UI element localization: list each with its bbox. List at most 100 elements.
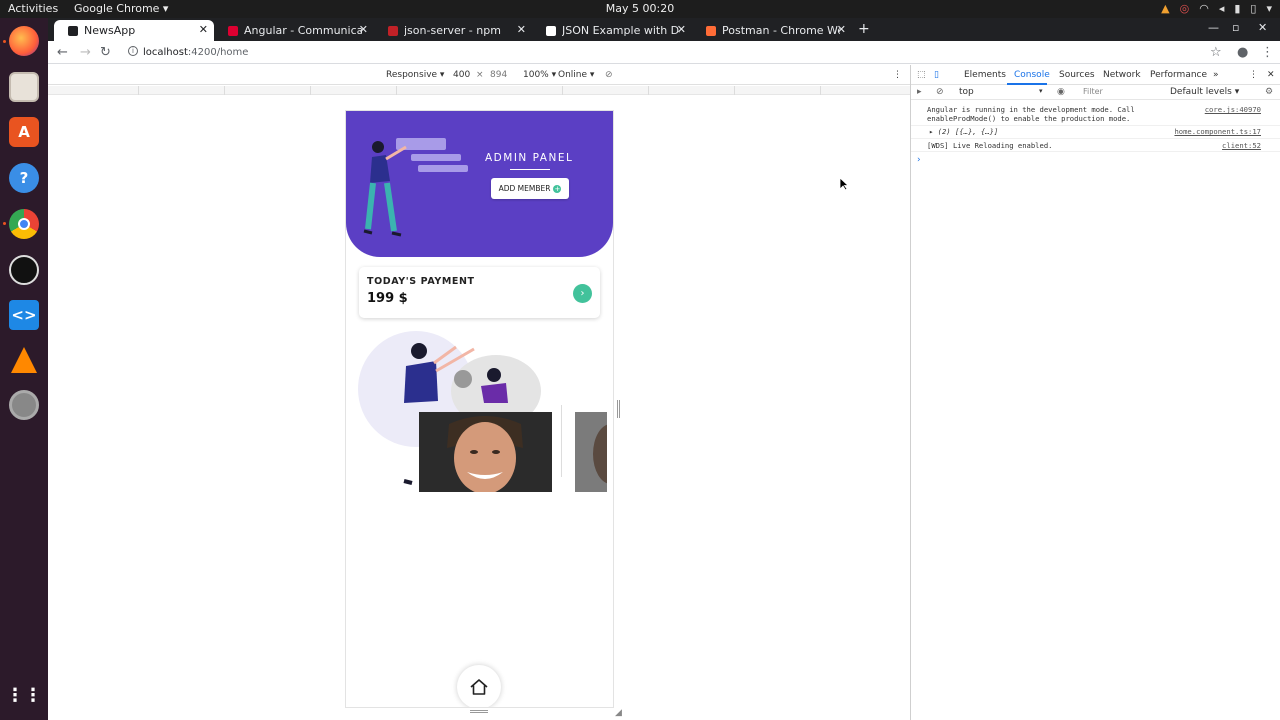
app-menu[interactable]: Google Chrome ▾ — [74, 2, 168, 15]
disk-icon[interactable] — [9, 390, 39, 420]
console-settings-icon[interactable]: ⚙ — [1265, 87, 1273, 97]
obs-icon[interactable] — [9, 255, 39, 285]
tab-network[interactable]: Network — [1103, 70, 1141, 80]
bookmark-star-icon[interactable]: ☆ — [1210, 45, 1222, 60]
plus-icon: + — [553, 184, 562, 193]
battery-icon[interactable]: ▯ — [1250, 2, 1256, 15]
home-nav-button[interactable] — [457, 665, 501, 707]
console-message: Angular is running in the development mo… — [927, 105, 1135, 123]
devtools-menu-icon[interactable]: ⋮ — [1249, 70, 1258, 80]
restore-icon[interactable]: ▫ — [1232, 21, 1239, 34]
viewport-side-handle[interactable] — [617, 400, 620, 418]
running-indicator — [3, 222, 6, 225]
log-source-link[interactable]: home.component.ts:17 — [1174, 127, 1261, 136]
dock: A ? <> ⋮⋮ — [0, 18, 48, 720]
media-query-ruler[interactable] — [48, 86, 910, 95]
minimize-icon[interactable]: — — [1208, 21, 1219, 34]
tab-close-icon[interactable]: ✕ — [199, 23, 208, 36]
rotate-icon[interactable]: ⊘ — [605, 70, 613, 80]
context-select[interactable]: top — [959, 87, 974, 97]
console-message: [WDS] Live Reloading enabled. — [927, 141, 1053, 150]
tab-angular[interactable]: Angular - Communicating ✕ — [214, 20, 374, 41]
viewport-height-input[interactable]: 894 — [490, 70, 507, 80]
activities-button[interactable]: Activities — [8, 2, 58, 15]
zoom-select[interactable]: 100% ▾ — [523, 70, 556, 80]
log-source-link[interactable]: core.js:40970 — [1205, 105, 1261, 114]
chrome-icon[interactable] — [9, 209, 39, 239]
member-photo-card[interactable] — [419, 412, 552, 492]
npm-favicon-icon — [388, 25, 398, 36]
member-photo — [575, 412, 607, 492]
admin-panel-title: ADMIN PANEL — [485, 152, 574, 164]
tab-json-example[interactable]: JSON Example with Data ✕ — [532, 20, 692, 41]
live-expression-icon[interactable]: ◉ — [1057, 87, 1065, 97]
wifi-icon[interactable]: ◠ — [1199, 2, 1209, 15]
device-toggle-icon[interactable]: ▯ — [934, 70, 939, 80]
network-throttle-select[interactable]: Online ▾ — [558, 70, 594, 80]
add-member-button[interactable]: ADD MEMBER + — [491, 178, 569, 199]
console-filter-input[interactable]: Filter — [1079, 87, 1164, 99]
tab-favicon-icon — [68, 25, 78, 36]
tab-postman[interactable]: Postman - Chrome Web S ✕ — [692, 20, 852, 41]
device-preset-select[interactable]: Responsive ▾ — [386, 70, 444, 80]
member-photo-card[interactable] — [575, 412, 607, 492]
sidebar-toggle-icon[interactable]: ▸ — [917, 87, 922, 97]
clear-console-icon[interactable]: ⊘ — [936, 87, 944, 97]
chevron-right-icon[interactable]: › — [573, 284, 592, 303]
back-icon[interactable]: ← — [57, 45, 68, 60]
firefox-icon[interactable] — [9, 26, 39, 56]
files-icon[interactable] — [9, 72, 39, 102]
google-favicon-icon — [546, 25, 556, 36]
vlc-icon[interactable] — [9, 345, 39, 375]
devtools-close-icon[interactable]: ✕ — [1267, 70, 1275, 80]
system-tray[interactable]: ▲ ◎ ◠ ◂ ▮ ▯ ▾ — [1161, 2, 1272, 15]
new-tab-icon[interactable]: + — [858, 21, 870, 37]
help-icon[interactable]: ? — [9, 163, 39, 193]
volume-icon[interactable]: ◂ — [1219, 2, 1225, 15]
tab-label: Angular - Communicating — [244, 24, 362, 37]
address-bar: ← → ↻ i localhost:4200/home ☆ ● ⋮ — [48, 41, 1280, 64]
notification-icon[interactable]: ▲ — [1161, 2, 1169, 15]
close-window-icon[interactable]: ✕ — [1258, 21, 1267, 34]
tab-json-server[interactable]: json-server - npm ✕ — [374, 20, 532, 41]
power-menu-icon[interactable]: ▾ — [1266, 2, 1272, 15]
show-apps-icon[interactable]: ⋮⋮ — [6, 680, 42, 710]
device-viewport: ADMIN PANEL ADD MEMBER + TODAY'S PAYMENT… — [346, 111, 613, 707]
status-icon[interactable]: ◎ — [1180, 2, 1190, 15]
forward-icon[interactable]: → — [80, 45, 91, 60]
viewport-bottom-handle[interactable] — [470, 710, 488, 713]
clock[interactable]: May 5 00:20 — [0, 2, 1280, 15]
devtools-tab-bar: ⬚ ▯ Elements Console Sources Network Per… — [911, 65, 1280, 85]
tab-elements[interactable]: Elements — [964, 70, 1006, 80]
profile-icon[interactable]: ● — [1237, 45, 1248, 60]
console-prompt-icon[interactable]: › — [917, 155, 921, 165]
tab-console[interactable]: Console — [1014, 70, 1050, 80]
tab-close-icon[interactable]: ✕ — [517, 23, 526, 36]
more-tabs-icon[interactable]: » — [1213, 70, 1219, 80]
console-message[interactable]: ▸ (2) [{…}, {…}] — [929, 127, 998, 136]
tab-close-icon[interactable]: ✕ — [837, 23, 846, 36]
card-divider — [561, 405, 565, 477]
payment-card[interactable]: TODAY'S PAYMENT 199 $ › — [359, 267, 600, 318]
inspect-element-icon[interactable]: ⬚ — [917, 70, 926, 80]
reload-icon[interactable]: ↻ — [100, 45, 111, 60]
chrome-menu-icon[interactable]: ⋮ — [1261, 45, 1274, 60]
tab-close-icon[interactable]: ✕ — [677, 23, 686, 36]
viewport-corner-handle[interactable]: ◢ — [615, 708, 622, 718]
add-member-label: ADD MEMBER — [498, 184, 551, 193]
site-info-icon[interactable]: i — [128, 46, 138, 56]
software-center-icon[interactable]: A — [9, 117, 39, 147]
viewport-width-input[interactable]: 400 — [453, 70, 470, 80]
tab-performance[interactable]: Performance — [1150, 70, 1207, 80]
tab-newsapp[interactable]: NewsApp ✕ — [54, 20, 214, 41]
tab-sources[interactable]: Sources — [1059, 70, 1095, 80]
log-levels-select[interactable]: Default levels ▾ — [1170, 87, 1239, 97]
log-source-link[interactable]: client:52 — [1222, 141, 1261, 150]
vscode-icon[interactable]: <> — [9, 300, 39, 330]
tab-label: Postman - Chrome Web S — [722, 24, 840, 37]
url-field[interactable]: localhost:4200/home — [143, 47, 248, 58]
device-toolbar-more-icon[interactable]: ⋮ — [893, 70, 902, 80]
home-icon — [470, 679, 488, 695]
tab-close-icon[interactable]: ✕ — [359, 23, 368, 36]
mic-icon[interactable]: ▮ — [1234, 2, 1240, 15]
